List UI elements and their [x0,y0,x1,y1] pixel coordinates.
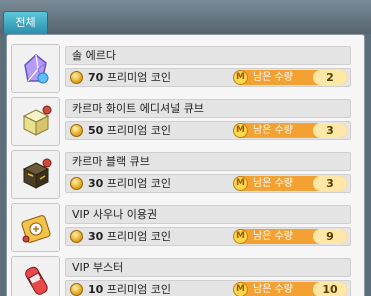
item-name: VIP 사우나 이용권 [65,205,351,224]
quantity-label: 남은 수량 [253,72,293,83]
item-price: 30 프리미엄 코인 [88,177,172,190]
coin-icon [70,283,83,296]
item-info: 50 프리미엄 코인 M 남은 수량 3 [65,121,351,140]
list-item[interactable]: 솔 에르다 70 프리미엄 코인 M 남은 수량 2 [11,43,360,93]
quantity-label: 남은 수량 [253,178,293,189]
m-badge-icon: M [233,229,248,244]
quantity-value: 3 [313,176,347,191]
remaining-quantity: M 남은 수량 2 [233,70,347,85]
item-name: 카르마 화이트 에디셔널 큐브 [65,99,351,118]
remaining-quantity: M 남은 수량 3 [233,176,347,191]
quantity-value: 9 [313,229,347,244]
item-name: 카르마 블랙 큐브 [65,152,351,171]
black-cube-icon [22,158,52,189]
remaining-quantity: M 남은 수량 3 [233,123,347,138]
quantity-value: 2 [313,70,347,85]
m-badge-icon: M [233,282,248,296]
item-price: 50 프리미엄 코인 [88,124,172,137]
coin-icon [70,230,83,243]
vip-booster-icon [25,266,48,295]
sauna-ticket-icon [21,215,51,243]
item-info: 30 프리미엄 코인 M 남은 수량 3 [65,174,351,193]
item-thumbnail [11,256,60,296]
sol-erda-icon [24,54,49,84]
quantity-value: 3 [313,123,347,138]
remaining-quantity: M 남은 수량 10 [233,282,347,296]
list-item[interactable]: 카르마 화이트 에디셔널 큐브 50 프리미엄 코인 M 남은 수량 3 [11,96,360,146]
list-item[interactable]: 카르마 블랙 큐브 30 프리미엄 코인 M 남은 수량 3 [11,149,360,199]
item-price: 10 프리미엄 코인 [88,283,172,296]
item-info: 30 프리미엄 코인 M 남은 수량 9 [65,227,351,246]
quantity-label: 남은 수량 [253,231,293,242]
item-thumbnail [11,44,60,93]
m-badge-icon: M [233,123,248,138]
quantity-label: 남은 수량 [253,284,293,295]
white-additional-cube-icon [22,105,52,136]
coin-icon [70,71,83,84]
m-badge-icon: M [233,70,248,85]
m-badge-icon: M [233,176,248,191]
list-item[interactable]: VIP 부스터 10 프리미엄 코인 M 남은 수량 10 [11,255,360,296]
coin-icon [70,124,83,137]
item-thumbnail [11,97,60,146]
list-item[interactable]: VIP 사우나 이용권 30 프리미엄 코인 M 남은 수량 9 [11,202,360,252]
remaining-quantity: M 남은 수량 9 [233,229,347,244]
item-name: VIP 부스터 [65,258,351,277]
quantity-label: 남은 수량 [253,125,293,136]
coin-icon [70,177,83,190]
item-thumbnail [11,150,60,199]
item-info: 70 프리미엄 코인 M 남은 수량 2 [65,68,351,87]
item-name: 솔 에르다 [65,46,351,65]
item-price: 70 프리미엄 코인 [88,71,172,84]
quantity-value: 10 [313,282,347,296]
item-info: 10 프리미엄 코인 M 남은 수량 10 [65,280,351,296]
top-bar: 전체 [0,0,371,34]
item-list: 솔 에르다 70 프리미엄 코인 M 남은 수량 2 카르마 화이트 에디셔널 … [6,34,365,296]
item-thumbnail [11,203,60,252]
item-price: 30 프리미엄 코인 [88,230,172,243]
tab-all[interactable]: 전체 [3,11,48,34]
